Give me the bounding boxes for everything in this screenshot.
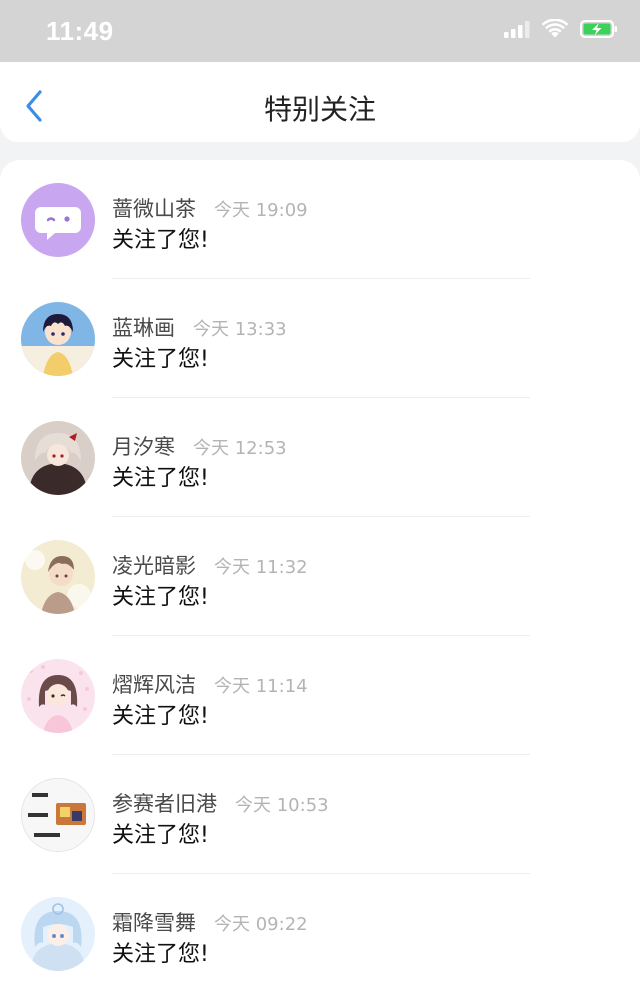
follower-row[interactable]: 蔷微山茶 今天 19:09 关注了您! [0,160,640,279]
anime-boy-avatar [21,302,95,376]
follower-name[interactable]: 蓝琳画 [112,312,175,342]
avatar[interactable] [21,897,95,971]
anime-girl-blue-avatar [21,897,95,971]
follower-list: 蔷微山茶 今天 19:09 关注了您! 蓝琳画 今天 13:33 关注了您! 月… [0,160,640,995]
follow-message: 关注了您! [112,704,209,729]
follow-message: 关注了您! [112,228,209,253]
follower-row[interactable]: 熠辉风洁 今天 11:14 关注了您! [0,636,640,755]
follow-timestamp: 今天 11:14 [214,676,308,697]
follower-row[interactable]: 月汐寒 今天 12:53 关注了您! [0,398,640,517]
follower-row[interactable]: 凌光暗影 今天 11:32 关注了您! [0,517,640,636]
anime-girl-pink-avatar [21,659,95,733]
avatar[interactable] [21,183,95,257]
status-time: 11:49 [46,15,114,46]
navigation-header: 特别关注 [0,62,640,142]
follower-name[interactable]: 霜降雪舞 [112,907,196,937]
follower-meta: 蔷微山茶 今天 19:09 [112,193,308,223]
follower-name[interactable]: 熠辉风洁 [112,669,196,699]
follow-message: 关注了您! [112,585,209,610]
follower-row[interactable]: 参赛者旧港 今天 10:53 关注了您! [0,755,640,874]
follow-message: 关注了您! [112,466,209,491]
status-bar: 11:49 [0,0,640,62]
follow-timestamp: 今天 11:32 [214,557,308,578]
follower-meta: 凌光暗影 今天 11:32 [112,550,308,580]
follower-meta: 熠辉风洁 今天 11:14 [112,669,308,699]
avatar[interactable] [21,421,95,495]
follow-timestamp: 今天 12:53 [193,438,287,459]
anime-boy-light-avatar [21,540,95,614]
anime-girl-dark-avatar [21,421,95,495]
sticker-collage-avatar [22,779,94,851]
follower-meta: 参赛者旧港 今天 10:53 [112,788,329,818]
avatar[interactable] [21,302,95,376]
status-icons [504,18,618,43]
follower-name[interactable]: 凌光暗影 [112,550,196,580]
avatar[interactable] [21,540,95,614]
follower-name[interactable]: 蔷微山茶 [112,193,196,223]
avatar[interactable] [21,659,95,733]
follow-timestamp: 今天 10:53 [235,795,329,816]
follower-meta: 蓝琳画 今天 13:33 [112,312,287,342]
follow-message: 关注了您! [112,942,209,967]
follow-message: 关注了您! [112,823,209,848]
follow-timestamp: 今天 13:33 [193,319,287,340]
chat-bubble-avatar [21,183,95,257]
follow-message: 关注了您! [112,347,209,372]
battery-charging-icon [580,19,618,43]
avatar[interactable] [21,778,95,852]
follow-timestamp: 今天 19:09 [214,200,308,221]
follower-name[interactable]: 参赛者旧港 [112,788,217,818]
follower-row[interactable]: 霜降雪舞 今天 09:22 关注了您! [0,874,640,993]
wifi-icon [541,18,569,43]
follower-meta: 月汐寒 今天 12:53 [112,431,287,461]
signal-icon [504,20,530,42]
follower-meta: 霜降雪舞 今天 09:22 [112,907,308,937]
follower-row[interactable]: 蓝琳画 今天 13:33 关注了您! [0,279,640,398]
follow-timestamp: 今天 09:22 [214,914,308,935]
follower-name[interactable]: 月汐寒 [112,431,175,461]
page-title: 特别关注 [263,93,376,126]
